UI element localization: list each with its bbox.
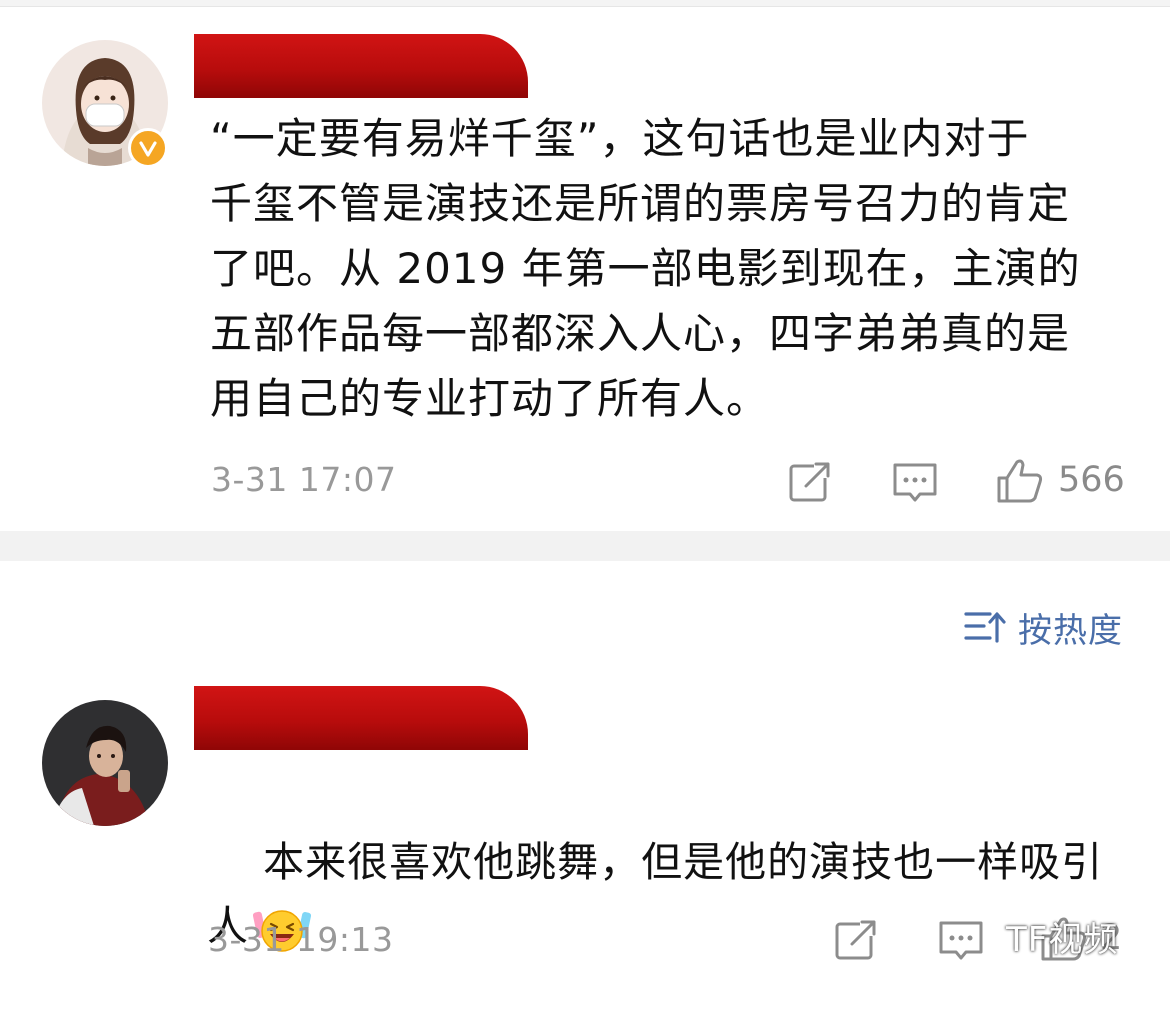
- repost-icon[interactable]: [834, 918, 878, 962]
- comment-text: “一定要有易烊千玺”，这句话也是业内对于 千玺不管是演技还是所谓的票房号召力的肯…: [210, 114, 1081, 423]
- section-divider: [0, 531, 1170, 561]
- sort-icon: [964, 612, 1006, 643]
- watermark: TF视频: [1006, 920, 1119, 960]
- comment-time: 3-31 17:07: [211, 460, 397, 499]
- username-redacted[interactable]: [194, 686, 528, 750]
- verified-icon: [139, 141, 157, 157]
- comment-time: 3-31 19:13: [208, 920, 394, 959]
- sort-label: 按热度: [1018, 610, 1123, 651]
- sort-by-hot-button[interactable]: 按热度: [964, 605, 1123, 651]
- like-icon[interactable]: [996, 458, 1044, 504]
- like-count: 566: [1058, 460, 1125, 500]
- comment-text: 本来很喜欢他跳舞，但是他的演技也一样吸引 人: [207, 766, 1137, 1022]
- username-redacted[interactable]: [194, 34, 528, 98]
- repost-icon[interactable]: [788, 460, 832, 504]
- avatar[interactable]: [42, 700, 168, 826]
- verified-badge: [128, 128, 168, 168]
- top-divider: [0, 0, 1170, 7]
- comment-icon[interactable]: [938, 920, 984, 964]
- comment-icon[interactable]: [892, 462, 938, 506]
